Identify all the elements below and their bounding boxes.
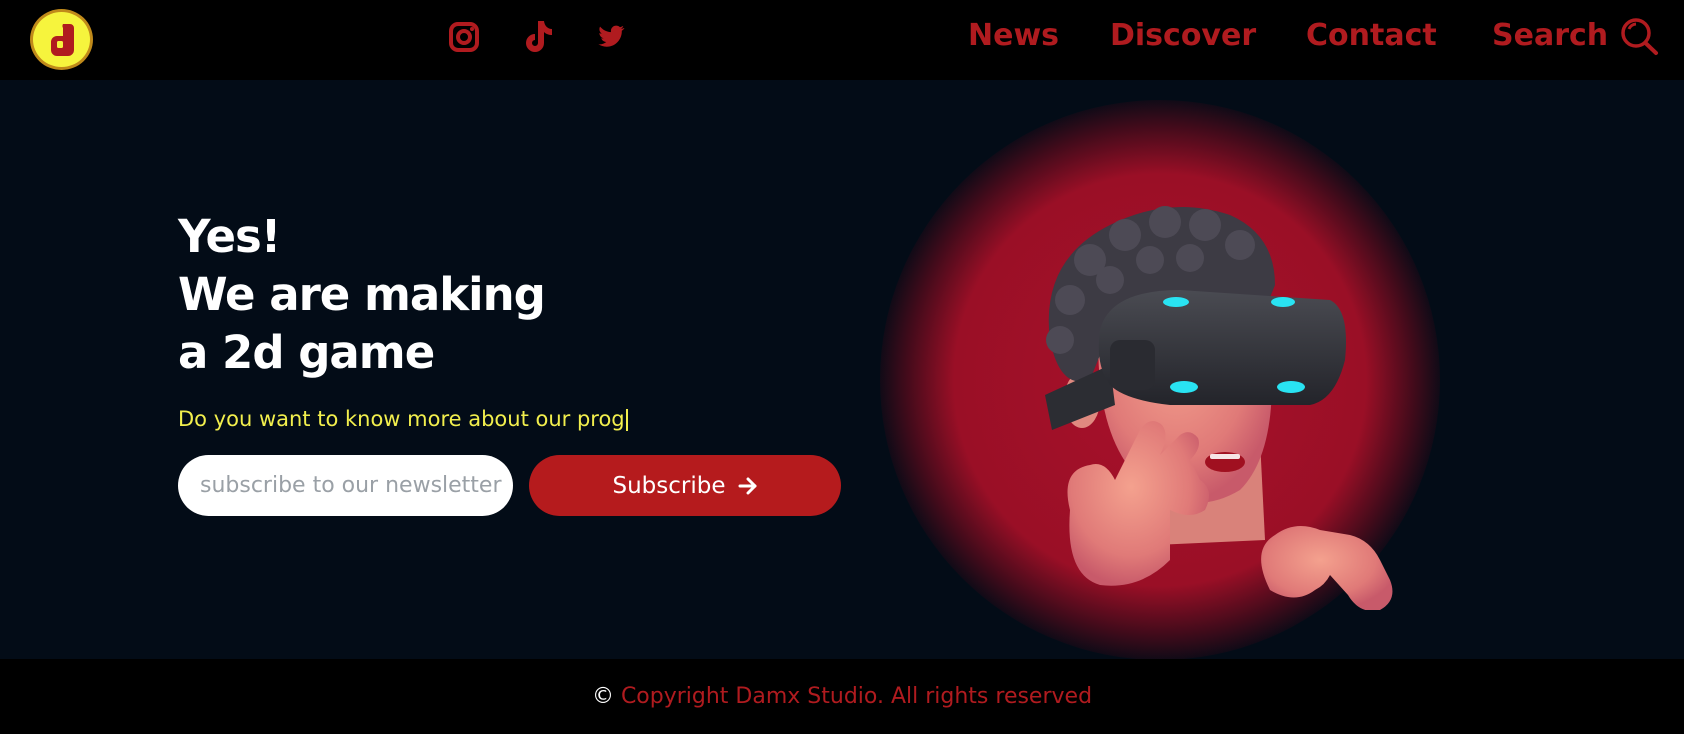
nav-discover[interactable]: Discover: [1110, 14, 1256, 58]
subscribe-label: Subscribe: [612, 472, 726, 499]
logo[interactable]: [30, 9, 93, 70]
twitter-icon[interactable]: [593, 18, 627, 56]
hero-section: Yes! We are making a 2d game Do you want…: [0, 80, 1684, 659]
search-icon[interactable]: [1618, 16, 1660, 56]
nav-search[interactable]: Search: [1492, 14, 1608, 58]
tiktok-icon[interactable]: [520, 18, 554, 56]
subscribe-button[interactable]: Subscribe: [529, 455, 841, 516]
site-footer: © Copyright Damx Studio. All rights rese…: [0, 659, 1684, 734]
headline-line-1: Yes!: [178, 210, 281, 263]
headline-line-3: a 2d game: [178, 326, 435, 379]
typing-caret: [625, 409, 628, 431]
copyright-text: Copyright Damx Studio. All rights reserv…: [620, 684, 1093, 709]
nav-news[interactable]: News: [968, 14, 1059, 58]
hero-headline: Yes! We are making a 2d game: [178, 208, 738, 382]
arrow-right-icon: [738, 477, 756, 494]
tagline-text: Do you want to know more about our prog: [178, 407, 625, 431]
newsletter-email-input[interactable]: [178, 455, 513, 516]
vr-headset-character-illustration: [1045, 206, 1393, 610]
nav-contact[interactable]: Contact: [1306, 14, 1437, 58]
copyright-symbol: ©: [591, 684, 614, 709]
instagram-icon[interactable]: [447, 18, 481, 56]
hero-tagline: Do you want to know more about our prog: [178, 404, 628, 434]
headline-line-2: We are making: [178, 268, 546, 321]
site-header: News Discover Contact Search: [0, 0, 1684, 80]
copyright-notice: © Copyright Damx Studio. All rights rese…: [0, 683, 1684, 711]
logo-glyph-icon: [51, 24, 74, 56]
